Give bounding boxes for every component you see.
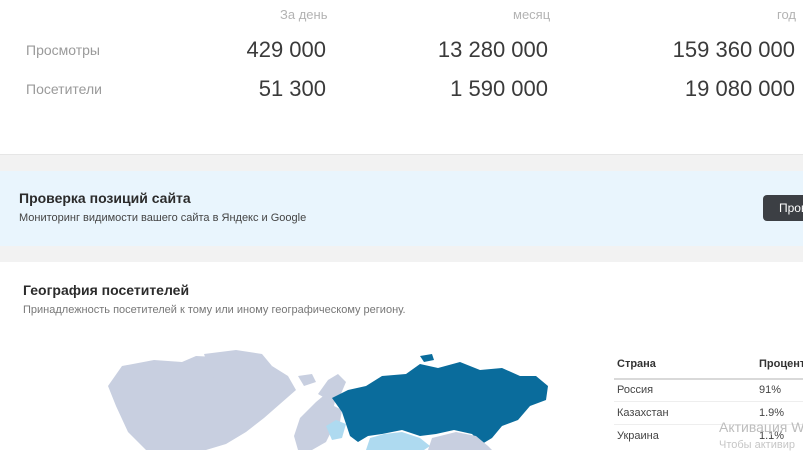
map-region-arctic-island xyxy=(420,354,434,362)
country-name: Украина xyxy=(617,430,659,442)
country-percent: 91% xyxy=(759,384,782,396)
banner-title: Проверка позиций сайта xyxy=(19,190,191,206)
header-day: За день xyxy=(280,7,328,22)
views-day: 429 000 xyxy=(246,37,326,62)
geo-subtitle: Принадлежность посетителей к тому или ин… xyxy=(23,304,406,316)
map-region-iceland xyxy=(298,374,316,386)
col-percent: Процент xyxy=(759,358,803,370)
table-header-line xyxy=(614,378,803,380)
position-check-banner: Проверка позиций сайта Мониторинг видимо… xyxy=(0,171,803,246)
row-label-visitors: Посетители xyxy=(26,81,102,97)
visitors-year: 19 080 000 xyxy=(684,76,795,101)
visitors-month: 1 590 000 xyxy=(450,76,548,101)
map-region-russia xyxy=(332,362,548,444)
visitors-day: 51 300 xyxy=(258,76,326,101)
row-label-views: Просмотры xyxy=(26,42,100,58)
check-positions-button[interactable]: Пров xyxy=(763,195,803,221)
header-month: месяц xyxy=(513,7,551,22)
country-name: Казахстан xyxy=(617,407,669,419)
activation-watermark-sub: Чтобы активир xyxy=(719,439,795,451)
views-month: 13 280 000 xyxy=(437,37,548,62)
table-row-line xyxy=(614,401,803,402)
country-percent: 1.9% xyxy=(759,407,785,419)
geo-title: География посетителей xyxy=(23,282,190,298)
activation-watermark: Активация W xyxy=(719,419,803,435)
traffic-stats: За день месяц год Просмотры 429 000 13 2… xyxy=(0,0,803,155)
views-year: 159 360 000 xyxy=(672,37,795,62)
header-year: год xyxy=(777,7,796,22)
world-map xyxy=(108,350,548,450)
country-name: Россия xyxy=(617,384,654,396)
col-country: Страна xyxy=(617,358,656,370)
banner-subtitle: Мониторинг видимости вашего сайта в Янде… xyxy=(19,212,307,224)
